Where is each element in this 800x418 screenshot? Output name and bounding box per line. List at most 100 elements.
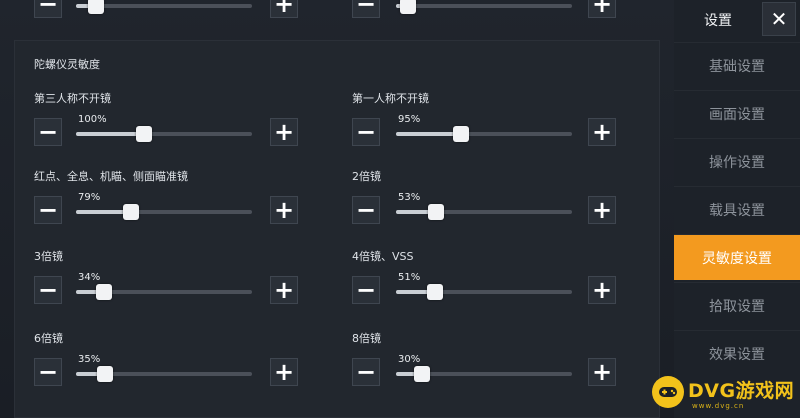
slider-knob[interactable] [427,284,443,300]
sidebar-item-label: 基础设置 [709,58,765,75]
plus-icon: + [591,118,613,146]
plus-button[interactable]: + [588,276,616,304]
slider-label: 6倍镜 [34,332,63,345]
sidebar-item-label: 操作设置 [709,154,765,171]
slider-knob[interactable] [414,366,430,382]
sidebar-item-label: 载具设置 [709,202,765,219]
minus-icon: − [37,276,59,304]
plus-button[interactable]: + [270,118,298,146]
slider-label: 3倍镜 [34,250,63,263]
slider-knob[interactable] [88,0,104,14]
minus-icon: − [37,0,59,18]
plus-icon: + [273,0,295,18]
plus-icon: + [591,196,613,224]
slider-percent: 95% [398,114,421,125]
minus-button[interactable]: − [34,358,62,386]
slider-label: 红点、全息、机瞄、侧面瞄准镜 [34,170,188,183]
plus-button[interactable]: + [588,196,616,224]
slider-knob[interactable] [96,284,112,300]
slider-track-partial-left[interactable] [76,0,252,14]
slider-track[interactable] [76,284,252,300]
minus-icon: − [355,196,377,224]
minus-icon: − [355,358,377,386]
minus-button[interactable]: − [34,276,62,304]
slider-knob[interactable] [428,204,444,220]
section-title: 陀螺仪灵敏度 [34,58,100,71]
slider-knob[interactable] [453,126,469,142]
slider-label: 2倍镜 [352,170,381,183]
slider-percent: 34% [78,272,101,283]
plus-button[interactable]: + [588,118,616,146]
minus-icon: − [355,276,377,304]
slider-label: 4倍镜、VSS [352,250,414,263]
slider-label: 8倍镜 [352,332,381,345]
slider-percent: 30% [398,354,421,365]
slider-track-partial-right[interactable] [396,0,572,14]
slider-knob[interactable] [136,126,152,142]
plus-button[interactable]: + [588,358,616,386]
slider-label: 第三人称不开镜 [34,92,111,105]
slider-fill [396,132,461,136]
minus-button[interactable]: − [34,196,62,224]
sidebar-item-6[interactable]: 效果设置 [674,330,800,376]
plus-icon: + [591,358,613,386]
plus-icon: + [273,118,295,146]
plus-icon: + [591,276,613,304]
slider-track[interactable] [396,366,572,382]
slider-track[interactable] [76,366,252,382]
slider-knob[interactable] [400,0,416,14]
plus-icon: + [273,276,295,304]
plus-icon: + [273,358,295,386]
sidebar-item-label: 灵敏度设置 [702,250,772,267]
minus-icon: − [37,358,59,386]
slider-track[interactable] [396,284,572,300]
sidebar-item-0[interactable]: 基础设置 [674,42,800,88]
close-icon: ✕ [770,7,788,31]
plus-icon: + [273,196,295,224]
sidebar-item-4[interactable]: 灵敏度设置 [674,234,800,280]
slider-percent: 51% [398,272,421,283]
close-button[interactable]: ✕ [762,2,796,36]
minus-button[interactable]: − [352,358,380,386]
slider-track[interactable] [76,126,252,142]
minus-button-partial-left[interactable]: − [34,0,62,18]
minus-button[interactable]: − [34,118,62,146]
minus-icon: − [37,118,59,146]
sidebar-item-3[interactable]: 载具设置 [674,186,800,232]
slider-percent: 35% [78,354,101,365]
plus-icon: + [591,0,613,18]
minus-button-partial-right[interactable]: − [352,0,380,18]
slider-percent: 53% [398,192,421,203]
slider-track[interactable] [396,126,572,142]
slider-knob[interactable] [97,366,113,382]
minus-icon: − [355,118,377,146]
slider-knob[interactable] [123,204,139,220]
sidebar-title: 设置 [704,13,732,29]
slider-percent: 79% [78,192,101,203]
slider-percent: 100% [78,114,107,125]
minus-button[interactable]: − [352,276,380,304]
sidebar-item-label: 拾取设置 [709,298,765,315]
plus-button[interactable]: + [270,196,298,224]
gamepad-icon [652,376,684,408]
sidebar-item-label: 画面设置 [709,106,765,123]
slider-track[interactable] [76,204,252,220]
minus-icon: − [37,196,59,224]
slider-fill [76,132,144,136]
watermark-text: DVG游戏网 [688,380,795,402]
minus-button[interactable]: − [352,196,380,224]
slider-track[interactable] [396,204,572,220]
minus-icon: − [355,0,377,18]
minus-button[interactable]: − [352,118,380,146]
watermark-url: www.dvg.cn [692,402,745,410]
plus-button-partial-left[interactable]: + [270,0,298,18]
sidebar-item-1[interactable]: 画面设置 [674,90,800,136]
settings-screen: − + − + 陀螺仪灵敏度 第三人称不开镜 − 100% + 第一人称不开镜 − 95% +… [0,0,800,418]
slider-label: 第一人称不开镜 [352,92,429,105]
sidebar-item-label: 效果设置 [709,346,765,363]
plus-button-partial-right[interactable]: + [588,0,616,18]
plus-button[interactable]: + [270,358,298,386]
sidebar-item-5[interactable]: 拾取设置 [674,282,800,328]
plus-button[interactable]: + [270,276,298,304]
sidebar-item-2[interactable]: 操作设置 [674,138,800,184]
